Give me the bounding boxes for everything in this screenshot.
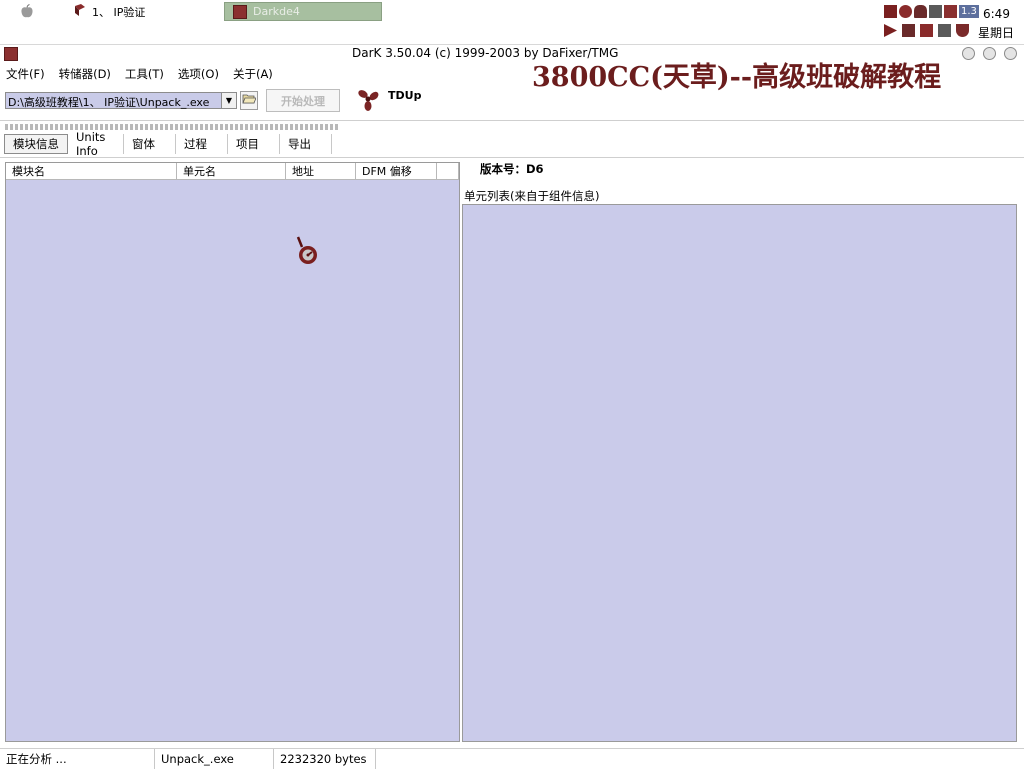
unit-list-label: 单元列表(来自于组件信息) — [464, 189, 600, 203]
column-header-unit-name[interactable]: 单元名 — [177, 163, 286, 180]
column-header-extra[interactable] — [437, 163, 459, 180]
progress-bar — [5, 124, 340, 130]
divider — [0, 120, 1024, 121]
task-button-darkde4[interactable]: Darkde4 — [224, 2, 382, 21]
tray-badge: 1.3 — [959, 5, 979, 18]
menu-file[interactable]: 文件(F) — [6, 66, 45, 82]
chevron-down-icon[interactable]: ▼ — [221, 93, 236, 108]
watermark-text: 3800CC(天草)--高级班破解教程 — [532, 62, 942, 93]
task-label: Darkde4 — [253, 5, 300, 18]
volume-icon[interactable] — [929, 5, 942, 18]
version-label: 版本号：D6 — [480, 162, 544, 176]
module-list[interactable]: 模块名 单元名 地址 DFM 偏移 — [5, 162, 460, 742]
statusbar: 正在分析 ... Unpack_.exe 2232320 bytes — [0, 748, 1024, 769]
system-tray-row2 — [884, 24, 969, 37]
unit-list-panel[interactable] — [462, 204, 1017, 742]
arrow-icon[interactable] — [884, 24, 897, 37]
clock-day: 星期日 — [978, 26, 1015, 40]
clipboard-icon[interactable] — [920, 24, 933, 37]
menubar: 文件(F) 转储器(D) 工具(T) 选项(O) 关于(A) — [6, 66, 273, 82]
tab-exports[interactable]: 导出 — [280, 134, 332, 154]
open-file-button[interactable] — [240, 91, 258, 110]
minimize-button[interactable] — [962, 47, 975, 60]
busy-cursor-icon — [296, 235, 322, 269]
monitor-icon[interactable] — [902, 24, 915, 37]
menu-tools[interactable]: 工具(T) — [125, 66, 164, 82]
document-icon — [74, 4, 86, 19]
shield-icon[interactable] — [956, 24, 969, 37]
app-icon[interactable] — [4, 47, 18, 61]
status-extra — [376, 749, 1024, 769]
menu-dumper[interactable]: 转储器(D) — [59, 66, 111, 82]
start-process-button[interactable]: 开始处理 — [266, 89, 340, 112]
apple-menu-icon[interactable] — [20, 4, 34, 22]
task-button-ip-verify[interactable]: 1、 IP验证 — [66, 2, 216, 21]
tab-project[interactable]: 项目 — [228, 134, 280, 154]
task-label: 1、 IP验证 — [92, 5, 146, 19]
globe-icon[interactable] — [899, 5, 912, 18]
status-size: 2232320 bytes — [274, 749, 376, 769]
tab-bar: 模块信息 Units Info 窗体 过程 项目 导出 — [4, 130, 332, 158]
status-state: 正在分析 ... — [0, 749, 155, 769]
tab-module-info[interactable]: 模块信息 — [4, 134, 68, 154]
system-tray: 1.3 — [884, 5, 979, 18]
network-icon[interactable] — [884, 5, 897, 18]
file-path-value[interactable]: D:\高级班教程\1、 IP验证\Unpack_.exe — [8, 94, 209, 110]
list-header: 模块名 单元名 地址 DFM 偏移 — [6, 163, 459, 180]
user-icon[interactable] — [914, 5, 927, 18]
column-header-dfm-offset[interactable]: DFM 偏移 — [356, 163, 437, 180]
status-file: Unpack_.exe — [155, 749, 274, 769]
divider — [0, 157, 1024, 158]
file-path-combobox[interactable]: D:\高级班教程\1、 IP验证\Unpack_.exe ▼ — [5, 92, 237, 109]
tools-icon[interactable] — [938, 24, 951, 37]
menu-about[interactable]: 关于(A) — [233, 66, 273, 82]
tdup-label: TDUp — [388, 89, 422, 102]
column-header-address[interactable]: 地址 — [286, 163, 356, 180]
taskbar: 1、 IP验证 Darkde4 1.3 6:49 星期日 — [0, 0, 1024, 45]
maximize-button[interactable] — [983, 47, 996, 60]
tab-procedures[interactable]: 过程 — [176, 134, 228, 154]
clock-time[interactable]: 6:49 — [983, 7, 1010, 21]
tab-units-info[interactable]: Units Info — [68, 130, 124, 158]
tab-forms[interactable]: 窗体 — [124, 134, 176, 154]
close-button[interactable] — [1004, 47, 1017, 60]
column-header-module-name[interactable]: 模块名 — [6, 163, 177, 180]
menu-options[interactable]: 选项(O) — [178, 66, 219, 82]
app-icon — [233, 4, 247, 19]
folder-open-icon — [242, 93, 257, 108]
tdup-fan-icon[interactable] — [354, 88, 382, 112]
battery-icon[interactable] — [944, 5, 957, 18]
